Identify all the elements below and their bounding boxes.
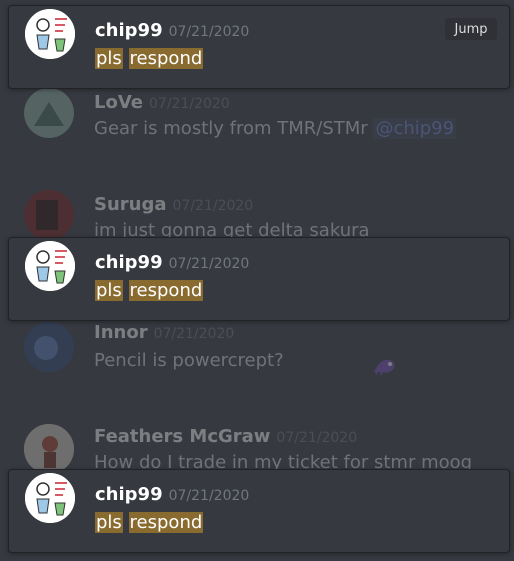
dragon-emoji bbox=[374, 359, 395, 376]
search-highlight: pls bbox=[95, 48, 123, 69]
search-highlight: respond bbox=[128, 48, 204, 69]
search-highlight: pls bbox=[95, 280, 123, 301]
avatar[interactable] bbox=[24, 190, 74, 240]
message-text: Pencil is powercrept? bbox=[94, 350, 395, 376]
avatar[interactable] bbox=[25, 9, 75, 59]
message-text: pls respond bbox=[95, 48, 204, 69]
message-text: Gear is mostly from TMR/STMr @chip99 bbox=[94, 118, 457, 139]
author-name[interactable]: chip99 07/21/2020 bbox=[95, 252, 249, 273]
avatar[interactable] bbox=[24, 322, 74, 372]
author-name[interactable]: Innor 07/21/2020 bbox=[94, 322, 234, 343]
search-highlight: respond bbox=[128, 280, 204, 301]
sketch-avatar-icon bbox=[25, 241, 75, 291]
avatar[interactable] bbox=[24, 424, 74, 474]
message-innor: Innor 07/21/2020 Pencil is powercrept? bbox=[0, 320, 514, 380]
message-love: LoVe 07/21/2020 Gear is mostly from TMR/S… bbox=[0, 84, 514, 154]
search-result-card[interactable]: chip99 07/21/2020 pls respond bbox=[8, 469, 510, 553]
jump-button[interactable]: Jump bbox=[445, 18, 497, 40]
search-highlight: pls bbox=[95, 512, 123, 533]
user-mention[interactable]: @chip99 bbox=[373, 118, 457, 139]
search-result-card[interactable]: chip99 07/21/2020 pls respond Jump bbox=[8, 5, 510, 89]
avatar[interactable] bbox=[25, 241, 75, 291]
author-name[interactable]: chip99 07/21/2020 bbox=[95, 484, 249, 505]
avatar[interactable] bbox=[24, 88, 74, 138]
author-name[interactable]: Suruga 07/21/2020 bbox=[94, 194, 253, 215]
sketch-avatar-icon bbox=[25, 473, 75, 523]
message-text: pls respond bbox=[95, 512, 204, 533]
message-suruga: Suruga 07/21/2020 im just gonna get delta… bbox=[0, 190, 514, 241]
search-result-card[interactable]: chip99 07/21/2020 pls respond bbox=[8, 237, 510, 321]
author-name[interactable]: LoVe 07/21/2020 bbox=[94, 92, 230, 113]
sketch-avatar-icon bbox=[25, 9, 75, 59]
message-text: pls respond bbox=[95, 280, 204, 301]
avatar[interactable] bbox=[25, 473, 75, 523]
message-feathers: Feathers McGraw 07/21/2020 How do I trade… bbox=[0, 420, 514, 474]
author-name[interactable]: Feathers McGraw 07/21/2020 bbox=[94, 426, 357, 447]
search-highlight: respond bbox=[128, 512, 204, 533]
author-name[interactable]: chip99 07/21/2020 bbox=[95, 20, 249, 41]
